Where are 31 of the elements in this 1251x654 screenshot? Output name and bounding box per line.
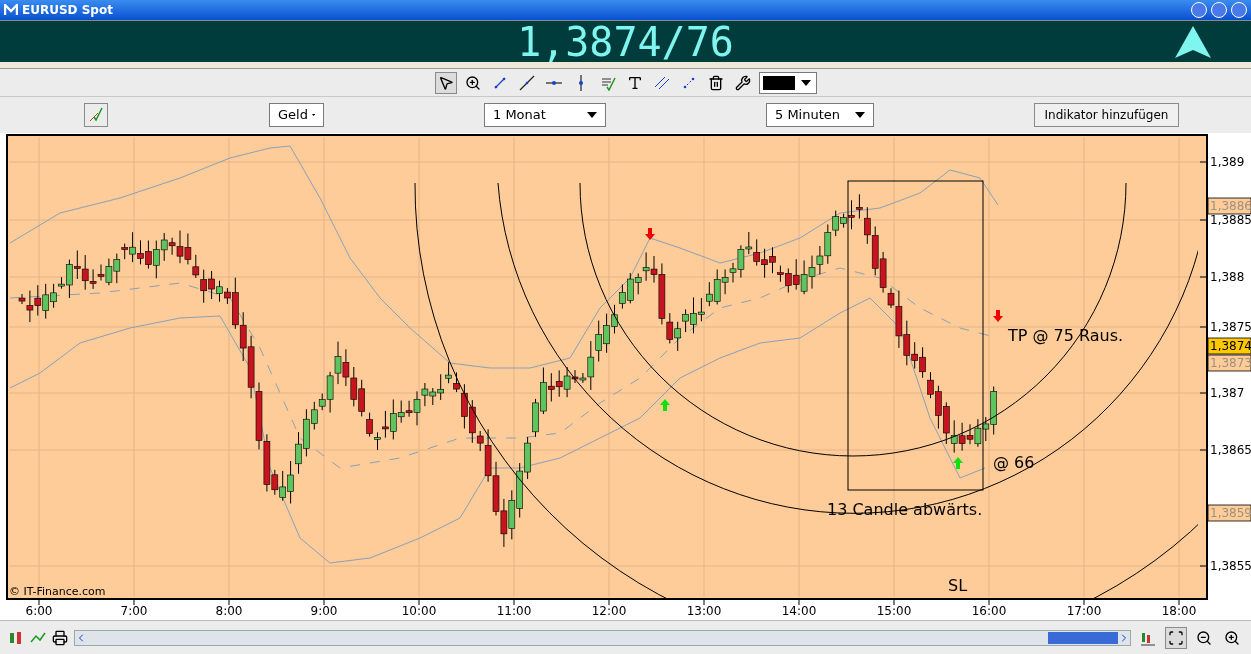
x-axis-label: 13:00	[686, 604, 722, 618]
price-type-select[interactable]: Geld	[269, 103, 324, 127]
y-axis-label: 1,3865	[1210, 443, 1251, 457]
x-axis-label: 12:00	[591, 604, 627, 618]
price-tag: 1,3874	[1207, 337, 1251, 355]
x-axis-label: 17:00	[1066, 604, 1102, 618]
x-axis-label: 7:00	[120, 604, 148, 618]
y-axis-label: 1,389	[1210, 155, 1245, 169]
chart-annotation: SL	[948, 576, 968, 595]
x-axis-label: 8:00	[215, 604, 243, 618]
x-axis-label: 18:00	[1161, 604, 1197, 618]
interval-select[interactable]: 5 Minuten	[766, 103, 874, 127]
window-title: EURUSD Spot	[22, 2, 113, 19]
add-indicator-button[interactable]: Indikator hinzufügen	[1034, 103, 1179, 127]
y-axis-label: 1,388	[1210, 270, 1245, 284]
chart-annotation: TP @ 75 Raus.	[1008, 326, 1124, 345]
y-axis-label: 1,3855	[1210, 559, 1251, 573]
x-axis-label: 15:00	[876, 604, 912, 618]
y-axis-label: 1,3875	[1210, 320, 1251, 334]
x-axis-label: 6:00	[25, 604, 53, 618]
x-axis-label: 14:00	[781, 604, 817, 618]
y-axis-label: 1,387	[1210, 386, 1245, 400]
copyright-text: © IT-Finance.com	[9, 585, 106, 598]
quote-price: 1,3874/76	[517, 21, 734, 62]
x-axis-label: 11:00	[496, 604, 532, 618]
x-axis-label: 16:00	[971, 604, 1007, 618]
y-axis-label: 1,3885	[1210, 213, 1251, 227]
x-axis-label: 9:00	[310, 604, 338, 618]
chart-annotation: @ 66	[993, 453, 1035, 472]
x-axis-label: 10:00	[401, 604, 437, 618]
range-select[interactable]: 1 Monat	[484, 103, 606, 127]
